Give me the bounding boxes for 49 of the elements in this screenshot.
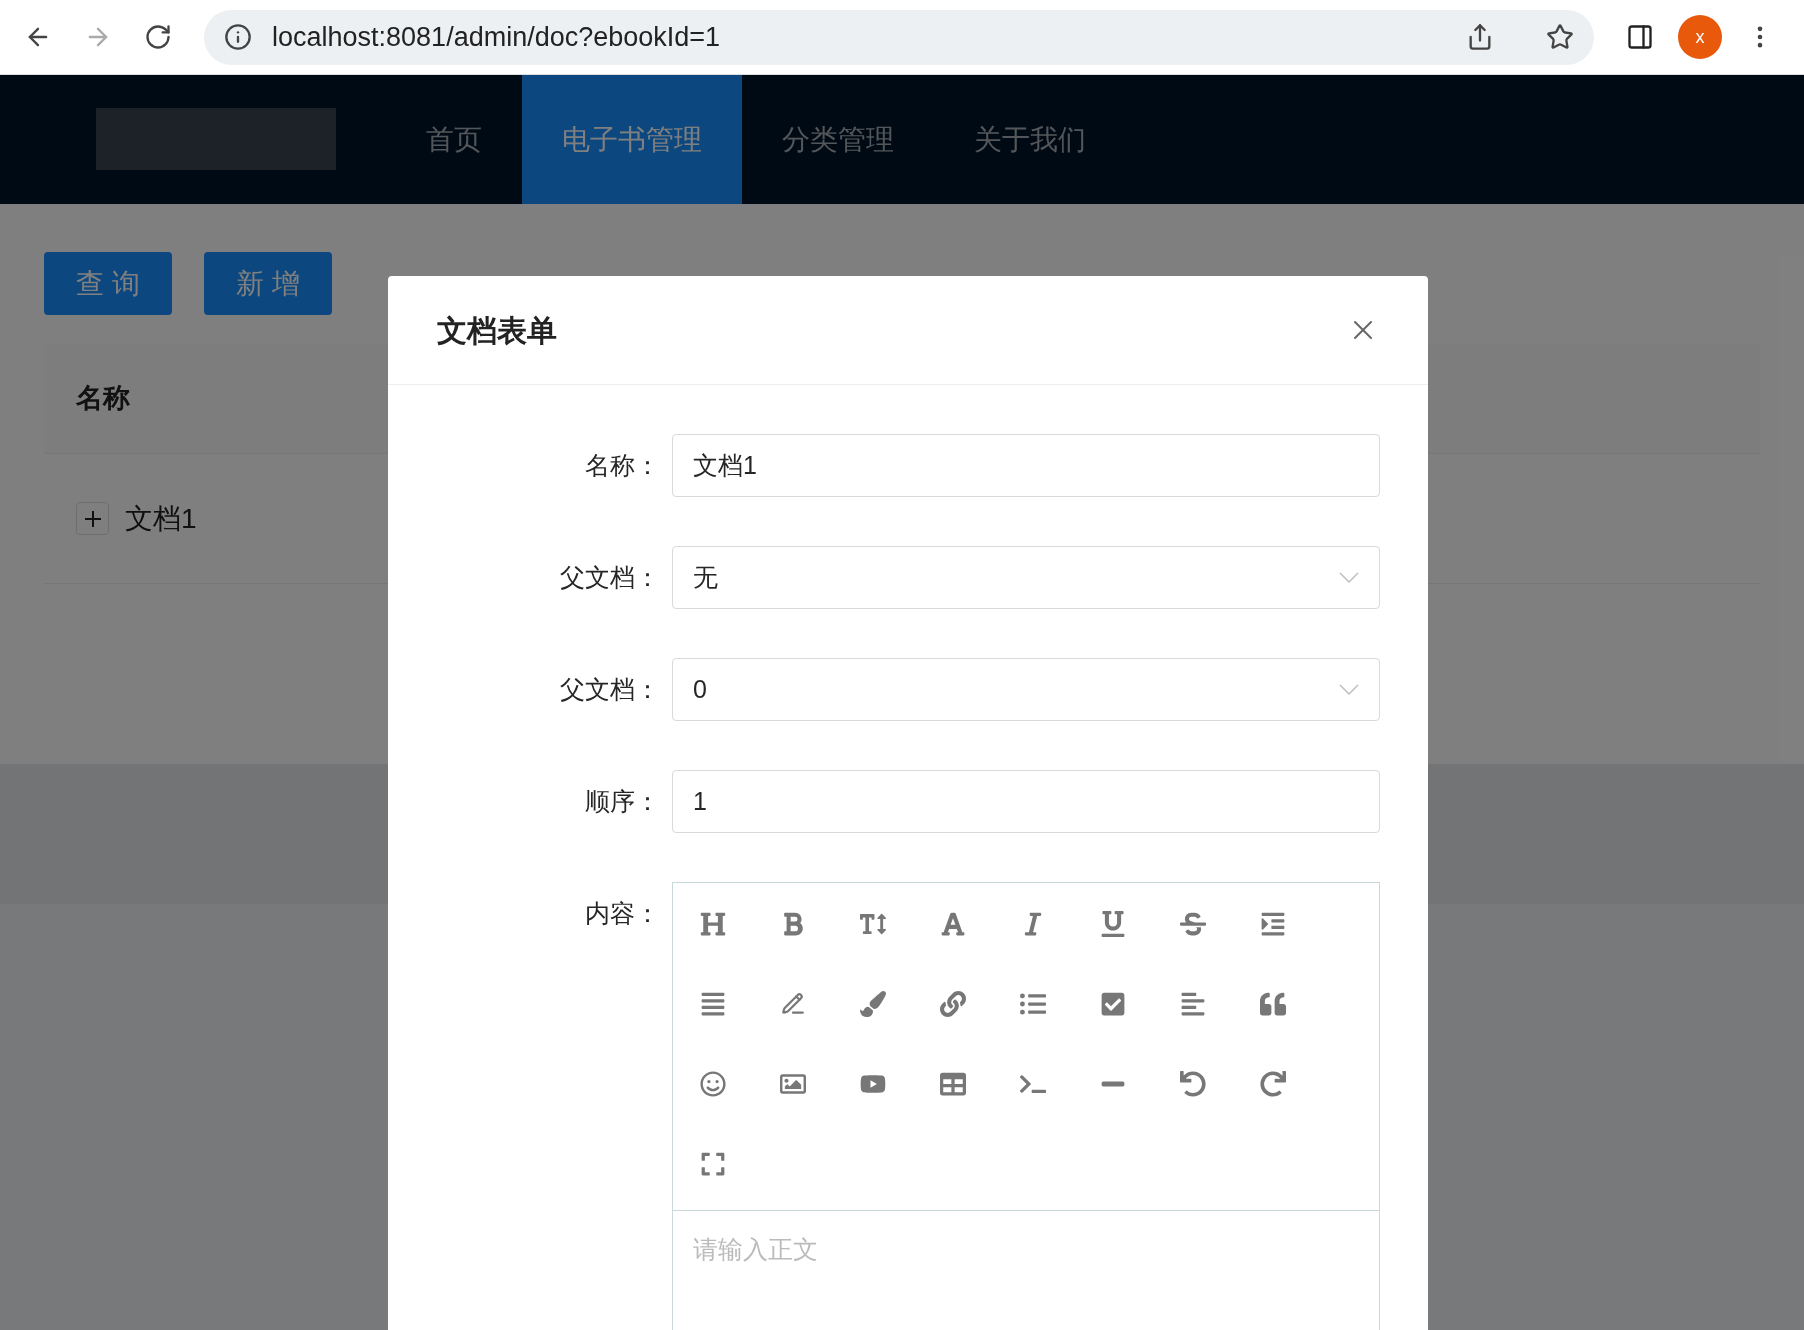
action-button[interactable]: 查 询 — [44, 252, 172, 315]
table-cell-text: 文档1 — [125, 501, 197, 536]
reload-icon[interactable] — [144, 23, 172, 51]
bookmark-icon[interactable] — [1546, 23, 1574, 51]
redo-icon[interactable] — [1260, 1071, 1286, 1097]
side-panel-icon[interactable] — [1626, 23, 1654, 51]
pencil-icon[interactable] — [780, 991, 806, 1017]
field-label: 父文档： — [559, 562, 661, 593]
strikethrough-icon[interactable] — [1180, 911, 1206, 937]
underline-icon[interactable] — [1100, 911, 1126, 937]
text-size-icon[interactable] — [860, 911, 886, 937]
link-icon[interactable] — [940, 991, 966, 1017]
nav-item[interactable]: 关于我们 — [934, 75, 1126, 204]
checkbox-icon[interactable] — [1100, 991, 1126, 1017]
column-header: 名称 — [76, 382, 130, 416]
action-button[interactable]: 新 增 — [204, 252, 332, 315]
chevron-down-icon — [1339, 684, 1359, 695]
modal-title: 文档表单 — [437, 312, 557, 349]
nav-item[interactable]: 电子书管理 — [522, 75, 742, 204]
url-text: localhost:8081/admin/doc?ebookId=1 — [272, 20, 722, 54]
fullscreen-icon[interactable] — [700, 1151, 726, 1177]
input-field[interactable]: 文档1 — [672, 434, 1380, 497]
table-icon[interactable] — [940, 1071, 966, 1097]
font-icon[interactable] — [940, 911, 966, 937]
field-label: 顺序： — [584, 786, 661, 817]
select-field[interactable]: 无 — [672, 546, 1380, 609]
heading-icon[interactable] — [700, 911, 726, 937]
profile-avatar[interactable]: x — [1678, 15, 1722, 59]
field-label: 内容： — [584, 898, 661, 929]
expand-button[interactable] — [76, 502, 109, 535]
info-icon[interactable] — [224, 23, 252, 51]
brush-icon[interactable] — [860, 991, 886, 1017]
undo-icon[interactable] — [1180, 1071, 1206, 1097]
address-bar[interactable]: localhost:8081/admin/doc?ebookId=1 — [204, 9, 1594, 65]
quote-icon[interactable] — [1260, 991, 1286, 1017]
indent-icon[interactable] — [1260, 911, 1286, 937]
field-label: 父文档： — [559, 674, 661, 705]
field-label: 名称： — [584, 450, 661, 481]
content-editor[interactable]: 请输入正文 — [672, 1211, 1380, 1330]
chevron-down-icon — [1339, 572, 1359, 583]
line-height-icon[interactable] — [700, 991, 726, 1017]
emoji-icon[interactable] — [700, 1071, 726, 1097]
image-icon[interactable] — [780, 1071, 806, 1097]
bullet-list-icon[interactable] — [1020, 991, 1046, 1017]
nav-item[interactable]: 分类管理 — [742, 75, 934, 204]
align-left-icon[interactable] — [1180, 991, 1206, 1017]
nav-item[interactable]: 首页 — [386, 75, 522, 204]
input-field[interactable]: 1 — [672, 770, 1380, 833]
select-field[interactable]: 0 — [672, 658, 1380, 721]
